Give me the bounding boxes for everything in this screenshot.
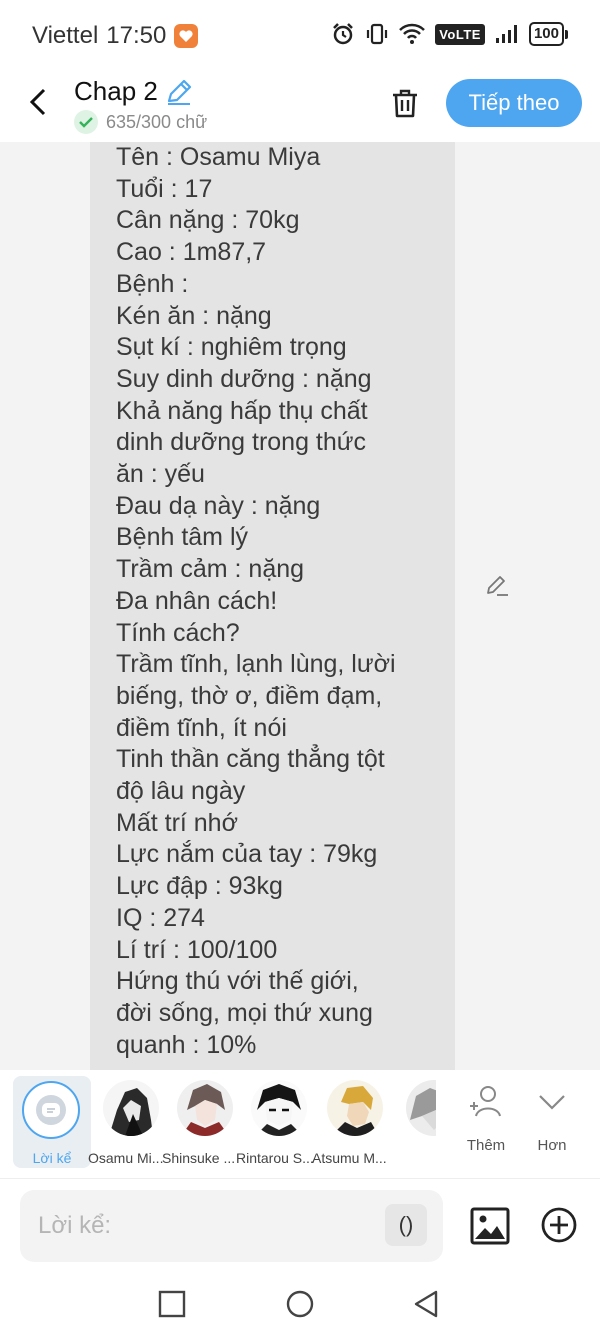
narration-line: Khả năng hấp thụ chất [116,396,368,425]
edit-title-pencil-icon[interactable] [164,77,194,107]
image-icon [470,1207,510,1245]
home-button[interactable] [285,1289,315,1319]
narration-input[interactable] [20,1190,443,1262]
battery-tip [565,29,568,39]
narration-line: Lực đập : 93kg [116,872,283,901]
character-count: 635/300 chữ [106,111,208,132]
vibrate-icon [367,23,388,45]
compose-bar: () [0,1178,600,1271]
character-option[interactable]: Atsumu M... [312,1076,394,1166]
narration-line: Trầm tĩnh, lạnh lùng, lười [116,650,396,679]
delete-button[interactable] [386,84,424,122]
narration-line: Cân nặng : 70kg [116,206,300,235]
narrator-label: Lời kể [32,1150,72,1166]
more-label: Hơn [537,1137,567,1154]
wifi-icon [399,23,426,44]
speech-bubble-icon [36,1095,66,1125]
character-name: Atsumu M... [312,1150,387,1166]
circle-icon [286,1290,314,1318]
narrator-avatar [22,1081,80,1139]
alarm-icon [333,23,354,45]
narration-line: độ lâu ngày [116,777,246,806]
narration-line: Hứng thú với thế giới, [116,967,359,996]
next-button[interactable]: Tiếp theo [446,79,582,127]
editor-header: Chap 2 635/300 chữ Tiếp theo [0,72,600,142]
system-nav-bar [0,1271,600,1337]
narration-line: Tính cách? [116,618,240,647]
back-button[interactable] [18,82,58,122]
status-left: Viettel 17:50 [32,22,199,50]
narration-line: quanh : 10% [116,1030,257,1059]
narration-line: Tinh thần căng thẳng tột [116,745,385,774]
status-bar: Viettel 17:50 VoLTE 100 [0,0,600,72]
character-name: Rintarou S... [236,1150,314,1166]
narration-line: Đau dạ này : nặng [116,491,321,520]
square-icon [158,1290,186,1318]
word-count-row: 635/300 chữ [74,110,207,134]
add-character-label: Thêm [466,1137,506,1154]
character-avatar [327,1080,383,1136]
character-avatar [251,1080,307,1136]
trash-icon [393,89,417,118]
character-option[interactable]: NI [390,1076,436,1136]
narration-line: biếng, thờ ơ, điềm đạm, [116,681,383,710]
chevron-left-icon [29,88,46,116]
character-bar: Lời kể Osamu Mi... Shinsuke ... Rintarou… [0,1070,600,1178]
character-name: Shinsuke ... [162,1150,236,1166]
add-button[interactable] [540,1206,578,1244]
character-avatar [406,1080,436,1136]
edit-pencil-icon[interactable] [482,570,512,600]
narration-line: Bệnh tâm lý [116,523,249,552]
narration-line: Kén ăn : nặng [116,301,272,330]
check-icon [74,110,98,134]
character-option[interactable]: Rintarou S... [236,1076,318,1166]
narration-line: Đa nhân cách! [116,586,278,615]
character-avatar [177,1080,233,1136]
narration-line: ăn : yếu [116,460,205,489]
narration-line: IQ : 274 [116,903,205,932]
narration-line: Trầm cảm : nặng [116,555,305,584]
title-row: Chap 2 [74,76,194,107]
carrier-name: Viettel [32,22,99,49]
insert-image-button[interactable] [470,1206,510,1246]
triangle-back-icon [414,1290,438,1318]
narration-line: đời sống, mọi thứ xung [116,998,373,1027]
narration-line: Mất trí nhớ [116,808,238,837]
narration-line: điềm tĩnh, ít nói [116,713,287,742]
narration-line: Cao : 1m87,7 [116,238,267,267]
notification-heart-icon [174,24,199,48]
narration-line: Suy dinh dưỡng : nặng [116,364,372,393]
clock: 17:50 [106,22,167,49]
narration-text: Tên : Osamu Miya Tuổi : 17 Cân nặng : 70kg… [116,142,446,1061]
chevron-down-icon [539,1095,565,1110]
battery-level: 100 [528,22,564,46]
status-right: VoLTE 100 [331,22,568,46]
plus-circle-icon [541,1207,577,1243]
chapter-title[interactable]: Chap 2 [74,76,158,107]
narrator-option[interactable]: Lời kể [13,1076,91,1168]
narration-line: Sụt kí : nghiêm trọng [116,333,347,362]
recents-button[interactable] [157,1289,187,1319]
more-button[interactable]: Hơn [522,1082,582,1154]
narration-line: Lực nắm của tay : 79kg [116,840,378,869]
volte-badge: VoLTE [435,23,485,45]
add-person-icon [470,1086,501,1117]
narration-line: Lí trí : 100/100 [116,935,278,964]
battery-icon: 100 [528,22,568,46]
character-avatar [103,1080,159,1136]
character-name: Osamu Mi... [88,1150,164,1166]
signal-icon [495,25,517,43]
character-option[interactable]: Shinsuke ... [162,1076,244,1166]
add-character-button[interactable]: Thêm [456,1082,516,1154]
narration-line: dinh dưỡng trong thức [116,428,367,457]
narration-line: Tên : Osamu Miya [116,143,321,171]
parentheses-button[interactable]: () [385,1204,427,1246]
back-nav-button[interactable] [411,1289,441,1319]
narration-line: Bệnh : [116,269,189,298]
story-content-area[interactable]: Tên : Osamu Miya Tuổi : 17 Cân nặng : 70kg… [0,142,600,1070]
character-option[interactable]: Osamu Mi... [88,1076,170,1166]
narration-line: Tuổi : 17 [116,174,213,203]
